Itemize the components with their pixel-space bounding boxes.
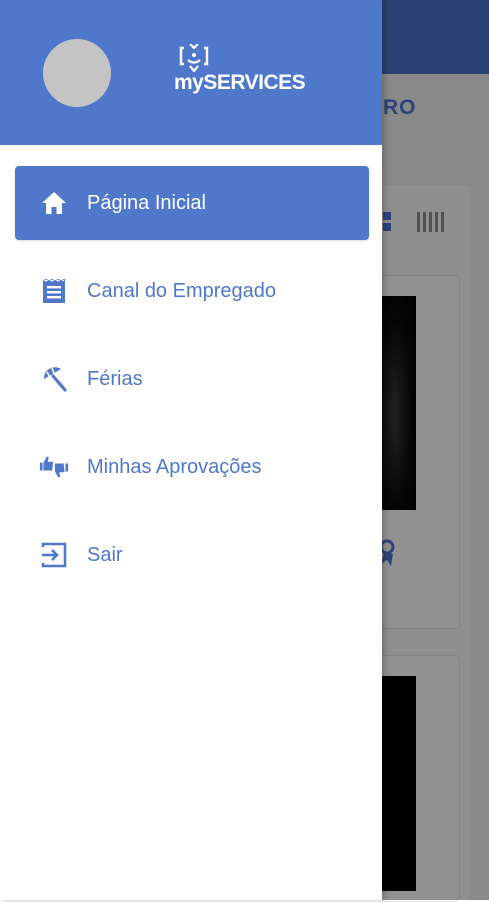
app-logo: mySERVICES	[174, 44, 314, 100]
navigation-drawer: mySERVICES Página Inicial Canal do Empre…	[0, 0, 382, 900]
menu-item-label: Férias	[87, 367, 143, 390]
logo-icon	[179, 44, 209, 72]
menu-item-label: Minhas Aprovações	[87, 455, 262, 478]
menu-item-label: Canal do Empregado	[87, 279, 277, 302]
exit-icon	[39, 540, 69, 570]
menu-item-ferias[interactable]: Férias	[15, 342, 369, 416]
home-icon	[39, 188, 69, 218]
thumbs-up-down-icon	[39, 452, 69, 482]
logo-text: mySERVICES	[174, 71, 306, 94]
menu-item-label: Sair	[87, 543, 123, 566]
menu-item-canal-do-empregado[interactable]: Canal do Empregado	[15, 254, 369, 328]
menu-item-sair[interactable]: Sair	[15, 518, 369, 592]
menu-item-pagina-inicial[interactable]: Página Inicial	[15, 166, 369, 240]
menu-item-label: Página Inicial	[87, 191, 206, 214]
avatar[interactable]	[43, 39, 111, 107]
document-icon	[39, 276, 69, 306]
menu-item-minhas-aprovacoes[interactable]: Minhas Aprovações	[15, 430, 369, 504]
beach-umbrella-icon	[39, 364, 69, 394]
drawer-header: mySERVICES	[0, 0, 382, 145]
